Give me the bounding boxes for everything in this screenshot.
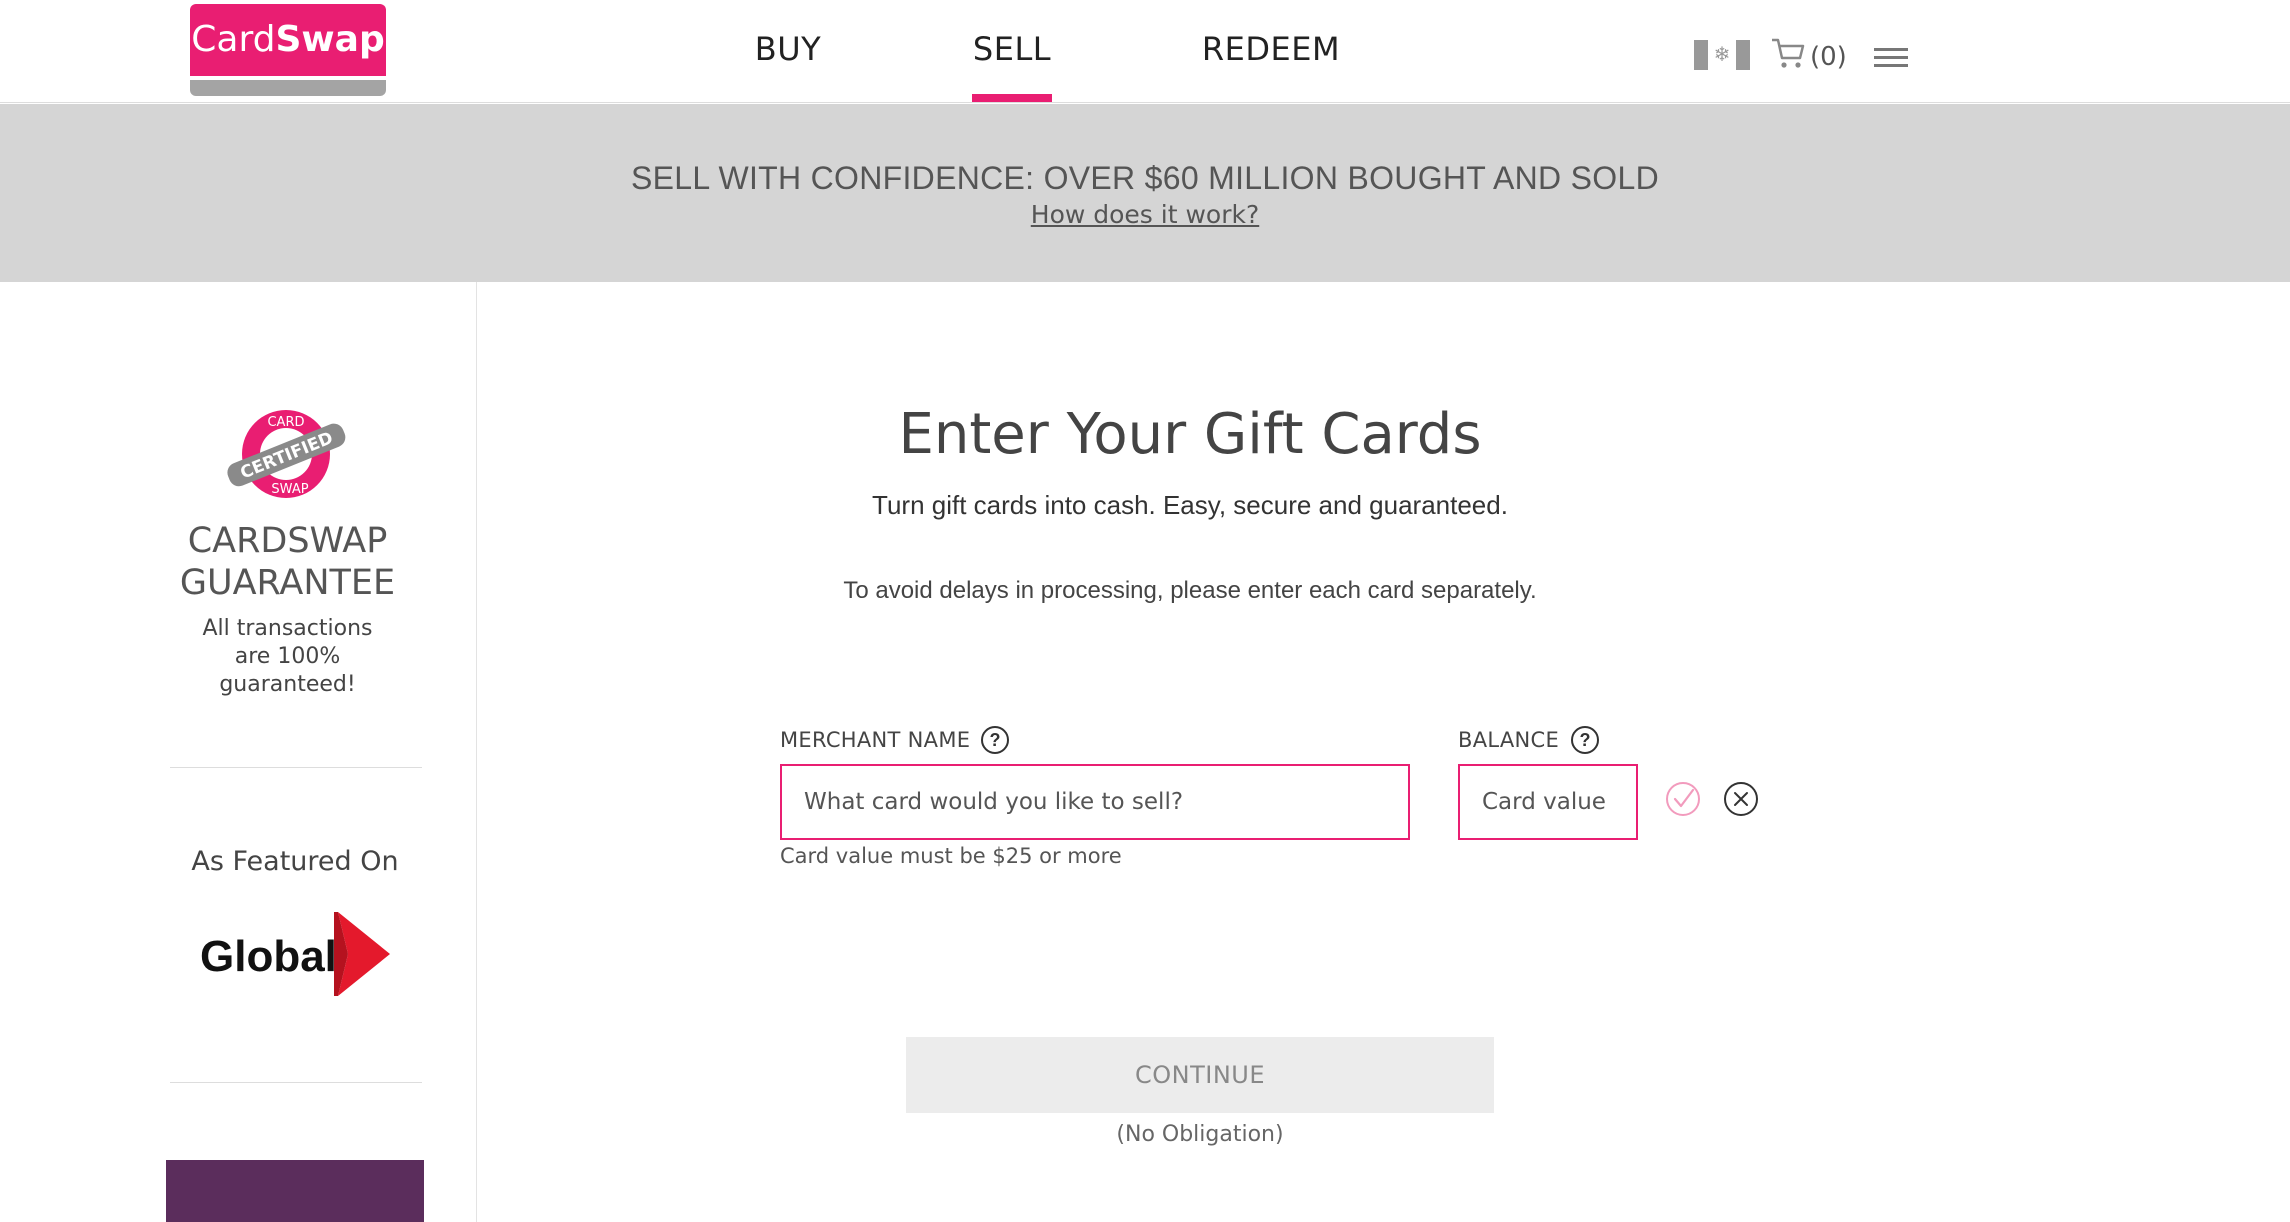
featured-label: As Featured On <box>191 846 399 877</box>
certified-seal-icon: CARD CERTIFIED SWAP <box>227 410 346 498</box>
guarantee-title-line2: GUARANTEE <box>179 563 396 603</box>
balance-input[interactable]: Card value <box>1458 764 1638 840</box>
logo-text-light: Card <box>191 19 276 60</box>
global-logo-text: Global <box>200 932 337 981</box>
seal-bottom-text: SWAP <box>271 482 308 497</box>
nav-buy[interactable]: BUY <box>746 30 830 104</box>
cardswap-logo[interactable]: CardSwap <box>190 4 386 96</box>
menu-bar <box>1874 48 1908 51</box>
sidebar-divider <box>170 767 422 768</box>
promo-box[interactable] <box>166 1160 424 1222</box>
logo-text: CardSwap <box>190 4 386 76</box>
menu-bar <box>1874 64 1908 67</box>
page-title: Enter Your Gift Cards <box>898 402 1482 467</box>
guarantee-title-line1: CARDSWAP <box>187 521 388 561</box>
global-news-logo[interactable]: Global <box>200 912 396 996</box>
balance-error-text: Card value must be $25 or more <box>780 844 1122 868</box>
hamburger-menu-icon[interactable] <box>1874 48 1908 68</box>
logo-strip <box>190 80 386 96</box>
confirm-check-icon[interactable] <box>1665 781 1701 817</box>
balance-label: BALANCE <box>1458 728 1560 752</box>
nav-redeem[interactable]: REDEEM <box>1200 30 1342 104</box>
flag-left-band <box>1694 40 1708 70</box>
merchant-help-icon[interactable]: ? <box>981 726 1009 754</box>
sidebar-divider <box>170 1082 422 1083</box>
site-header: CardSwap BUY SELL REDEEM ❄ (0) <box>0 0 2290 103</box>
maple-leaf-icon: ❄ <box>1708 40 1736 70</box>
guarantee-title: CARDSWAP GUARANTEE <box>150 520 425 604</box>
confidence-banner: SELL WITH CONFIDENCE: OVER $60 MILLION B… <box>0 104 2290 282</box>
no-obligation-text: (No Obligation) <box>1116 1122 1284 1147</box>
logo-text-bold: Swap <box>275 19 385 60</box>
canada-flag-icon[interactable]: ❄ <box>1694 40 1750 70</box>
seal-top-text: CARD <box>267 415 304 430</box>
global-arrow-icon <box>334 912 390 996</box>
menu-bar <box>1874 56 1908 59</box>
balance-help-icon[interactable]: ? <box>1571 726 1599 754</box>
how-it-works-link[interactable]: How does it work? <box>0 200 2290 229</box>
merchant-name-label: MERCHANT NAME <box>780 728 971 752</box>
flag-right-band <box>1736 40 1750 70</box>
sidebar: CARD CERTIFIED SWAP CARDSWAP GUARANTEE A… <box>0 282 477 1222</box>
cart-count[interactable]: (0) <box>1810 42 1847 72</box>
page-subtitle: Turn gift cards into cash. Easy, secure … <box>872 490 1508 520</box>
banner-title: SELL WITH CONFIDENCE: OVER $60 MILLION B… <box>631 160 1659 196</box>
separate-cards-note: To avoid delays in processing, please en… <box>843 577 1537 604</box>
remove-card-icon[interactable] <box>1723 781 1759 817</box>
guarantee-text: All transactions are 100% guaranteed! <box>202 616 373 697</box>
continue-button[interactable]: CONTINUE <box>906 1037 1494 1113</box>
merchant-name-input[interactable]: What card would you like to sell? <box>780 764 1410 840</box>
cart-icon[interactable] <box>1770 36 1806 70</box>
nav-sell[interactable]: SELL <box>972 30 1052 104</box>
